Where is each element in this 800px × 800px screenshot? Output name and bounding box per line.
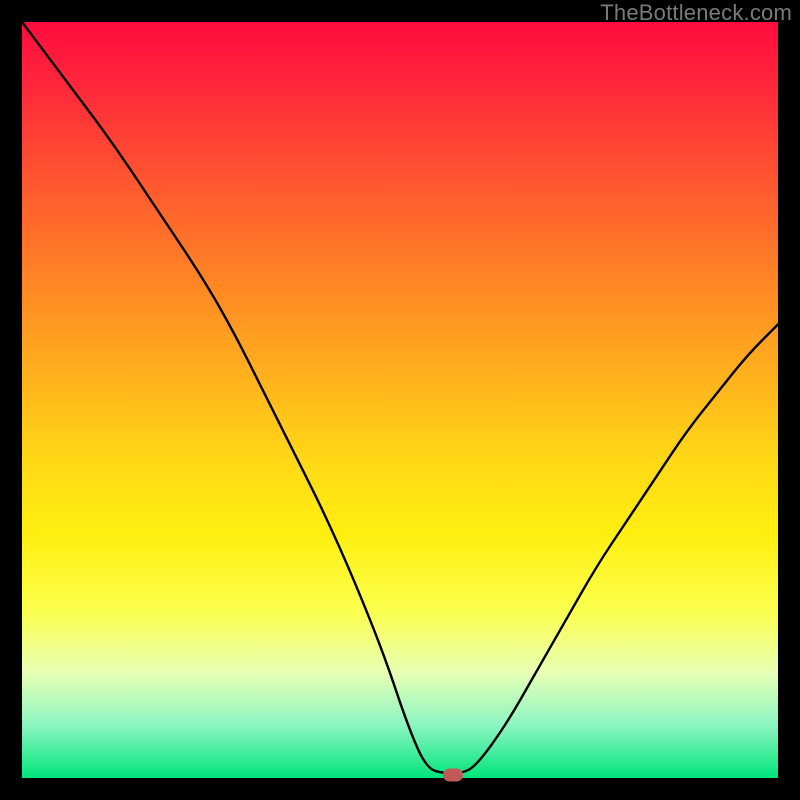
chart-container: TheBottleneck.com [0, 0, 800, 800]
watermark-text: TheBottleneck.com [600, 0, 792, 26]
plot-area [22, 22, 778, 778]
bottleneck-curve [22, 22, 778, 778]
optimal-point-marker [443, 768, 463, 781]
